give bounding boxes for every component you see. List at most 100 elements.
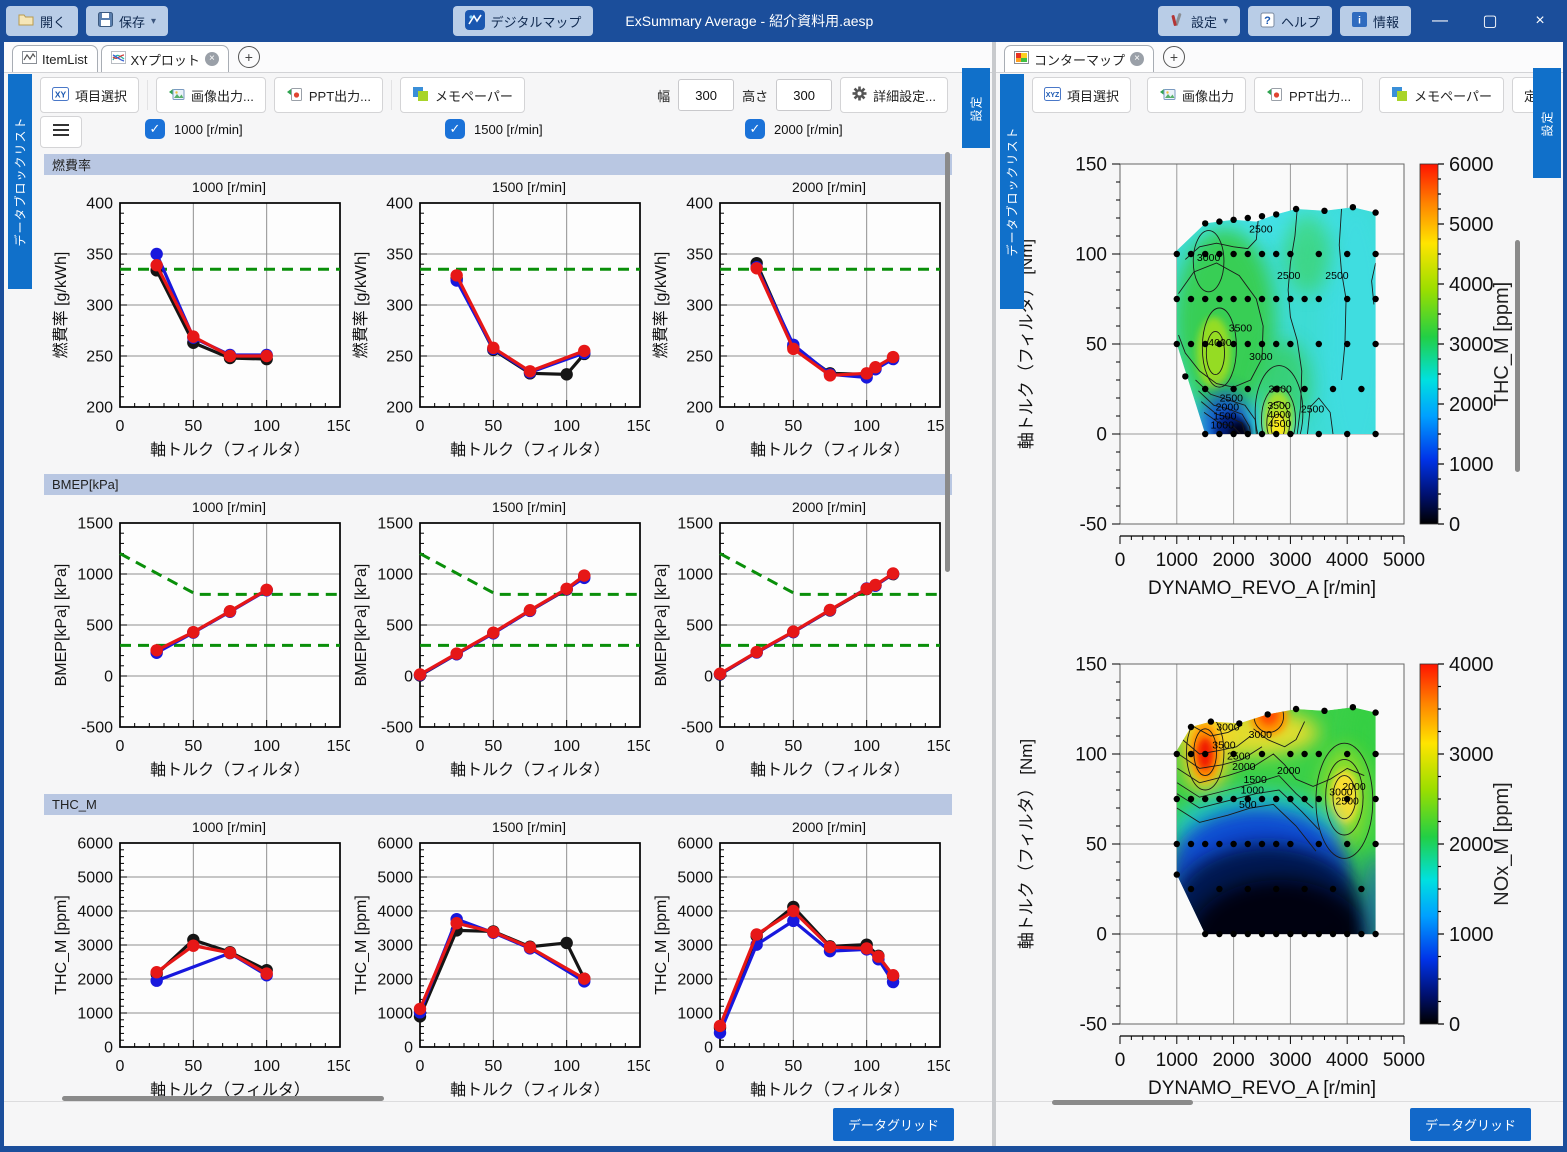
svg-text:200: 200 — [86, 400, 113, 417]
svg-text:300: 300 — [86, 298, 113, 315]
svg-text:2000: 2000 — [1212, 550, 1254, 571]
tab-itemlist[interactable]: ItemList — [12, 45, 98, 72]
tab-xy-plot[interactable]: XYプロット × — [101, 45, 229, 72]
svg-text:1000: 1000 — [77, 567, 113, 584]
checkbox-1500rpm[interactable]: ✓ 1500 [r/min] — [445, 119, 543, 139]
svg-text:BMEP[kPa] [kPa]: BMEP[kPa] [kPa] — [353, 564, 370, 687]
svg-text:250: 250 — [686, 349, 713, 366]
svg-text:3000: 3000 — [677, 938, 713, 955]
svg-text:-50: -50 — [1080, 515, 1107, 536]
svg-text:THC_M [ppm]: THC_M [ppm] — [1491, 282, 1513, 406]
digital-map-icon — [465, 10, 485, 33]
help-button[interactable]: ? ヘルプ — [1248, 6, 1332, 36]
svg-text:2500: 2500 — [1249, 223, 1273, 235]
svg-text:3000: 3000 — [1269, 550, 1311, 571]
section-header: BMEP[kPa] — [44, 474, 952, 495]
svg-text:0: 0 — [716, 738, 725, 755]
checkbox-2000rpm[interactable]: ✓ 2000 [r/min] — [745, 119, 843, 139]
close-button[interactable]: × — [1519, 5, 1561, 37]
horizontal-scrollbar[interactable] — [1052, 1100, 1193, 1105]
menu-button[interactable] — [40, 116, 82, 148]
digital-map-button[interactable]: デジタルマップ — [453, 6, 594, 36]
vertical-scrollbar[interactable] — [1515, 240, 1520, 472]
open-button[interactable]: 開く — [6, 6, 78, 36]
svg-text:350: 350 — [86, 247, 113, 264]
add-tab-button[interactable]: + — [238, 46, 260, 68]
svg-text:3000: 3000 — [1249, 729, 1273, 741]
svg-text:100: 100 — [253, 418, 280, 435]
svg-text:150: 150 — [327, 418, 350, 435]
svg-text:軸トルク（フィルタ）: 軸トルク（フィルタ） — [750, 441, 910, 459]
help-icon: ? — [1260, 12, 1275, 31]
vertical-scrollbar[interactable] — [945, 152, 950, 572]
chart-cell: 1000 [r/min]0501001500100020003000400050… — [50, 817, 350, 1108]
svg-text:300: 300 — [386, 298, 413, 315]
svg-text:-50: -50 — [1080, 1015, 1107, 1036]
svg-text:2000: 2000 — [377, 972, 413, 989]
svg-text:150: 150 — [1075, 655, 1107, 676]
item-select-button[interactable]: XYZ 項目選択 — [1032, 77, 1131, 113]
memo-paper-button[interactable]: メモペーパー — [1379, 77, 1504, 113]
height-input[interactable]: 300 — [776, 79, 832, 111]
svg-text:5000: 5000 — [1449, 214, 1494, 236]
svg-text:2500: 2500 — [1301, 403, 1325, 415]
svg-text:50: 50 — [784, 738, 802, 755]
data-block-list-vertical-tab[interactable]: データブロックリスト — [8, 74, 32, 289]
charts-row: 1000 [r/min]050100150-500050010001500軸トル… — [44, 497, 952, 788]
svg-text:2000: 2000 — [1212, 1050, 1254, 1071]
xy-plot-panel: ItemList XYプロット × + データブロックリスト 設定 XY 項目選… — [4, 42, 992, 1146]
svg-text:燃費率 [g/kWh]: 燃費率 [g/kWh] — [52, 252, 70, 359]
info-button[interactable]: i 情報 — [1340, 6, 1411, 36]
settings-vertical-tab-right-panel[interactable]: 設定 — [1533, 68, 1561, 178]
svg-text:1000: 1000 — [677, 1006, 713, 1023]
data-grid-button[interactable]: データグリッド — [833, 1108, 954, 1141]
svg-text:0: 0 — [116, 738, 125, 755]
data-block-list-vertical-tab[interactable]: データブロックリスト — [1000, 74, 1024, 309]
ppt-output-button[interactable]: PPT出力... — [274, 77, 383, 113]
contour-toolbar: XYZ 項目選択 画像出力 PPT出力... メモペーパー 定... — [1032, 77, 1527, 113]
width-input[interactable]: 300 — [678, 79, 734, 111]
svg-text:400: 400 — [86, 197, 113, 213]
image-output-button[interactable]: 画像出力... — [156, 77, 266, 113]
svg-text:燃費率 [g/kWh]: 燃費率 [g/kWh] — [352, 252, 370, 359]
item-select-button[interactable]: XY 項目選択 — [40, 77, 139, 113]
svg-text:0: 0 — [404, 1040, 413, 1057]
svg-text:軸トルク（フィルタ）: 軸トルク（フィルタ） — [450, 1081, 610, 1099]
ppt-output-icon — [286, 87, 303, 104]
svg-text:0: 0 — [1115, 1050, 1126, 1071]
svg-text:軸トルク（フィルタ）: 軸トルク（フィルタ） — [150, 761, 310, 779]
contour-map-icon — [1014, 51, 1029, 67]
settings-button[interactable]: 設定 ▾ — [1158, 6, 1240, 36]
minimize-button[interactable]: — — [1419, 5, 1461, 37]
horizontal-scrollbar[interactable] — [62, 1096, 384, 1101]
add-tab-button[interactable]: + — [1163, 46, 1185, 68]
svg-text:0: 0 — [1449, 1014, 1460, 1036]
detail-settings-button[interactable]: 詳細設定... — [840, 77, 948, 113]
workspace: ItemList XYプロット × + データブロックリスト 設定 XY 項目選… — [4, 42, 1563, 1146]
close-tab-icon[interactable]: × — [205, 52, 219, 66]
svg-text:150: 150 — [1075, 155, 1107, 176]
memo-paper-button[interactable]: メモペーパー — [400, 77, 525, 113]
checkbox-1000rpm[interactable]: ✓ 1000 [r/min] — [145, 119, 243, 139]
svg-text:5000: 5000 — [1383, 550, 1425, 571]
close-tab-icon[interactable]: × — [1130, 52, 1144, 66]
maximize-button[interactable]: ▢ — [1469, 5, 1511, 37]
svg-text:3000: 3000 — [1269, 1050, 1311, 1071]
tab-contour-map[interactable]: コンターマップ × — [1004, 45, 1154, 72]
chart-cell: 2000 [r/min]0501001500100020003000400050… — [650, 817, 950, 1108]
width-label: 幅 — [657, 86, 670, 105]
svg-text:50: 50 — [184, 418, 202, 435]
data-grid-button[interactable]: データグリッド — [1410, 1108, 1531, 1141]
settings-vertical-tab-left-panel[interactable]: 設定 — [962, 68, 990, 148]
chart-cell: 1500 [r/min]050100150200250300350400軸トルク… — [350, 177, 650, 468]
svg-text:500: 500 — [1239, 799, 1257, 811]
svg-text:DYNAMO_REVO_A [r/min]: DYNAMO_REVO_A [r/min] — [1148, 1078, 1376, 1099]
svg-text:150: 150 — [927, 1058, 950, 1075]
svg-text:150: 150 — [327, 1058, 350, 1075]
svg-text:300: 300 — [686, 298, 713, 315]
save-button[interactable]: 保存 ▾ — [86, 6, 168, 36]
svg-text:0: 0 — [416, 1058, 425, 1075]
charts-row: 1000 [r/min]050100150200250300350400軸トルク… — [44, 177, 952, 468]
ppt-output-button[interactable]: PPT出力... — [1254, 77, 1363, 113]
image-output-button[interactable]: 画像出力 — [1147, 77, 1246, 113]
